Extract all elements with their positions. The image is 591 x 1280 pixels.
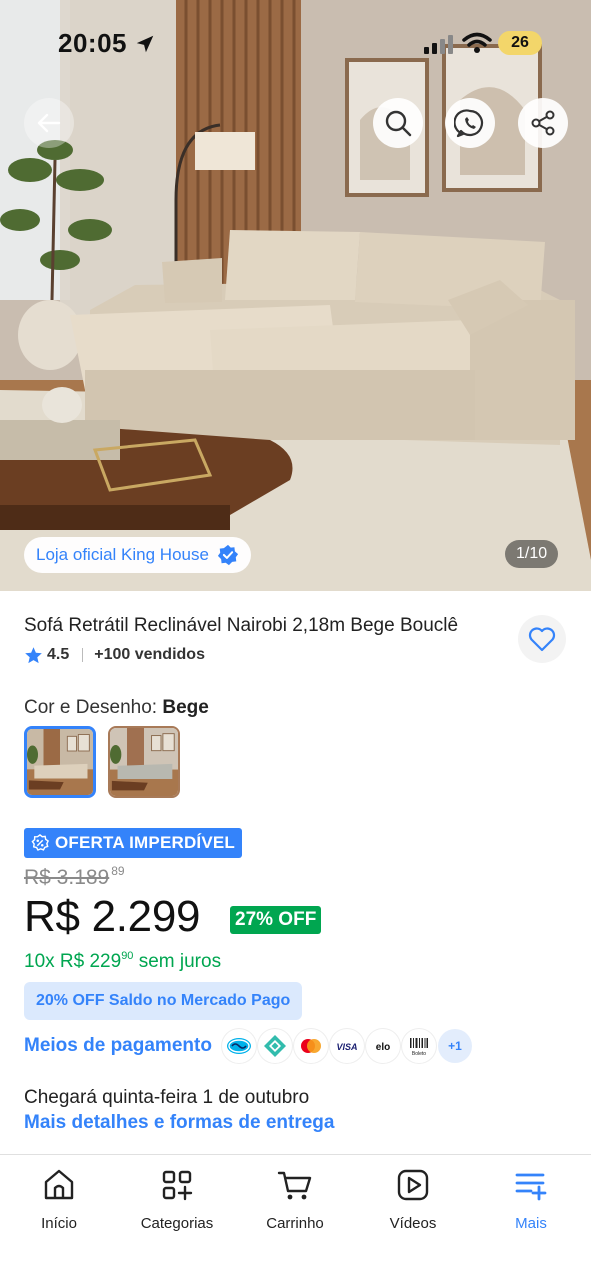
whatsapp-share-button[interactable] <box>445 98 495 148</box>
search-button[interactable] <box>373 98 423 148</box>
nav-label: Vídeos <box>389 1215 437 1232</box>
status-time: 20:05 <box>58 28 127 58</box>
battery-level: 26 <box>511 34 529 51</box>
pix-icon <box>257 1029 292 1063</box>
sofa-photo <box>0 0 591 591</box>
discount-tag-icon <box>31 834 49 851</box>
nav-item-categories[interactable]: Categorias <box>127 1167 227 1232</box>
installments-value: 10x R$ 229 <box>24 951 122 972</box>
nav-label: Início <box>41 1215 77 1232</box>
wifi-icon <box>462 32 492 53</box>
mercado-pago-icon <box>221 1029 256 1063</box>
search-icon <box>385 110 412 137</box>
boleto-icon: Boleto <box>401 1029 436 1063</box>
official-store-badge[interactable]: Loja oficial King House <box>24 537 251 573</box>
variant-selected-value: Bege <box>162 697 209 718</box>
product-image[interactable]: 20:05 26 Loja oficial King House 1/10 <box>0 0 591 591</box>
nav-item-cart[interactable]: Carrinho <box>245 1167 345 1232</box>
nav-item-videos[interactable]: Vídeos <box>363 1167 463 1232</box>
variant-thumbnail-selected[interactable] <box>24 726 96 798</box>
original-price: R$ 3.189 89 <box>24 864 125 890</box>
star-icon <box>25 646 42 663</box>
delivery-estimate: Chegará quinta-feira 1 de outubro <box>24 1087 310 1108</box>
current-price: R$ 2.299 <box>24 892 201 941</box>
product-title: Sofá Retrátil Reclinável Nairobi 2,18m B… <box>24 615 459 636</box>
installments: 10x R$ 22990 sem juros <box>24 950 221 973</box>
favorite-button[interactable] <box>518 615 566 663</box>
visa-icon: VISA <box>329 1029 364 1063</box>
nav-item-home[interactable]: Início <box>9 1167 109 1232</box>
payment-methods-row[interactable]: Meios de pagamento VISA elo Boleto +1 <box>24 1028 472 1064</box>
nav-label: Carrinho <box>266 1215 324 1232</box>
heart-icon <box>528 627 556 652</box>
delivery-details-link[interactable]: Mais detalhes e formas de entrega <box>24 1112 334 1134</box>
rating-row[interactable]: 4.5 +100 vendidos <box>24 644 205 666</box>
discount-badge: 27% OFF <box>230 906 322 934</box>
cart-icon <box>277 1171 312 1200</box>
rating-value: 4.5 <box>47 646 70 663</box>
store-name: Loja oficial King House <box>36 545 209 564</box>
image-counter: 1/10 <box>505 540 559 568</box>
more-payment-methods[interactable]: +1 <box>437 1029 472 1063</box>
status-bar: 20:05 26 <box>0 0 591 88</box>
visa-text: VISA <box>336 1042 357 1052</box>
home-icon <box>44 1169 74 1200</box>
payment-methods-link[interactable]: Meios de pagamento <box>24 1035 212 1057</box>
videos-icon <box>397 1169 429 1201</box>
arrow-left-icon <box>37 113 61 133</box>
back-button[interactable] <box>24 98 74 148</box>
share-button[interactable] <box>518 98 568 148</box>
boleto-text: Boleto <box>412 1051 426 1057</box>
sold-count: +100 vendidos <box>94 646 205 663</box>
whatsapp-icon <box>454 109 484 138</box>
original-price-value: R$ 3.189 <box>24 866 110 889</box>
rating-divider <box>82 648 84 662</box>
location-arrow-icon <box>136 35 154 53</box>
elo-text: elo <box>376 1042 390 1053</box>
signal-icon <box>424 35 453 54</box>
variant-label: Cor e Desenho: Bege <box>24 697 209 719</box>
nav-label: Mais <box>515 1215 547 1232</box>
nav-item-more[interactable]: Mais <box>481 1167 581 1232</box>
share-icon <box>531 110 555 136</box>
categories-icon <box>162 1170 193 1201</box>
more-menu-icon <box>515 1173 547 1201</box>
bottom-navigation: Início Categorias Carrinho Vídeos Mais <box>0 1154 591 1280</box>
installments-suffix: sem juros <box>138 951 222 972</box>
installments-cents: 90 <box>121 950 134 962</box>
variant-thumbnail-image <box>110 728 178 796</box>
verified-icon <box>217 544 239 566</box>
variant-thumbnail-image <box>27 729 93 795</box>
original-price-cents: 89 <box>111 864 125 878</box>
mastercard-icon <box>293 1029 328 1063</box>
battery-indicator: 26 <box>498 31 542 55</box>
mercado-pago-offer[interactable]: 20% OFF Saldo no Mercado Pago <box>24 982 303 1020</box>
variant-thumbnail[interactable] <box>108 726 180 798</box>
nav-label: Categorias <box>140 1215 214 1232</box>
deal-badge-text: OFERTA IMPERDÍVEL <box>55 833 236 852</box>
elo-icon: elo <box>365 1029 400 1063</box>
deal-badge: OFERTA IMPERDÍVEL <box>24 828 243 858</box>
variant-label-text: Cor e Desenho: <box>24 697 158 718</box>
